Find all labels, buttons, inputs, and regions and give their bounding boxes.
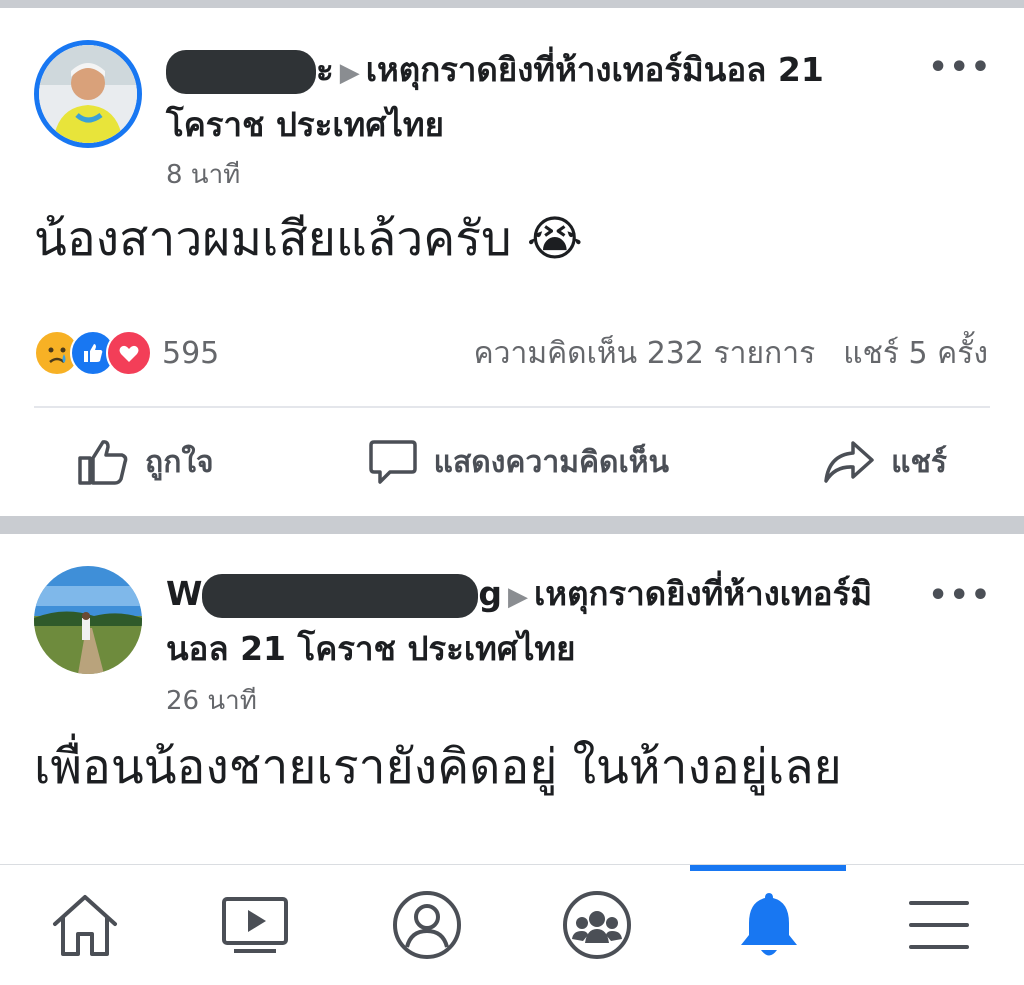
post-header: Wg ▶ เหตุกราดยิงที่ห้างเทอร์มินอล 21 โคราช… xyxy=(166,568,914,675)
share-icon xyxy=(824,441,874,483)
feed-post: Wg ▶ เหตุกราดยิงที่ห้างเทอร์มินอล 21 โคราช… xyxy=(0,534,1024,864)
share-count[interactable]: แชร์ 5 ครั้ง xyxy=(843,330,988,377)
tab-home[interactable] xyxy=(0,865,170,985)
redacted-author xyxy=(202,573,479,618)
tab-groups[interactable] xyxy=(512,865,682,985)
menu-icon xyxy=(909,901,969,949)
post-timestamp[interactable]: 8 นาที xyxy=(166,154,240,195)
thumbs-up-icon xyxy=(78,440,128,485)
home-icon xyxy=(53,895,117,956)
post-stats: 595 ความคิดเห็น 232 รายการ แชร์ 5 ครั้ง xyxy=(34,328,988,378)
comment-label: แสดงความคิดเห็น xyxy=(433,444,670,480)
reactions-summary[interactable]: 595 xyxy=(34,330,219,376)
comment-button[interactable]: แสดงความคิดเห็น xyxy=(368,438,669,486)
share-label: แชร์ xyxy=(891,444,947,480)
tab-notifications[interactable] xyxy=(684,865,854,985)
tab-video[interactable] xyxy=(170,865,340,985)
post-text: น้องสาวผมเสียแล้วครับ 😭 xyxy=(34,211,583,267)
post-text: เพื่อนน้องชายเรายังคิดอยู่ ในห้างอยู่เลย xyxy=(34,739,842,795)
avatar[interactable] xyxy=(34,566,142,674)
feed-separator xyxy=(0,516,1024,534)
avatar[interactable] xyxy=(34,40,142,148)
groups-icon xyxy=(563,891,631,959)
redacted-author xyxy=(166,49,316,94)
more-options-icon[interactable]: ••• xyxy=(928,578,992,613)
profile-icon xyxy=(393,891,461,959)
author-name[interactable]: ะ xyxy=(316,50,334,89)
feed-separator xyxy=(0,0,1024,8)
like-label: ถูกใจ xyxy=(145,444,214,480)
tab-menu[interactable] xyxy=(854,865,1024,985)
tab-profile[interactable] xyxy=(342,865,512,985)
reaction-count: 595 xyxy=(162,335,220,371)
post-timestamp[interactable]: 26 นาที xyxy=(166,680,257,721)
more-options-icon[interactable]: ••• xyxy=(928,50,992,85)
feed-post: ะ ▶ เหตุกราดยิงที่ห้างเทอร์มินอล 21 โคราช … xyxy=(0,8,1024,516)
notifications-icon xyxy=(741,893,797,956)
like-button[interactable]: ถูกใจ xyxy=(77,438,214,486)
post-actions: ถูกใจ แสดงความคิดเห็น แชร์ xyxy=(0,434,1024,490)
share-button[interactable]: แชร์ xyxy=(823,439,947,486)
arrow-right-icon: ▶ xyxy=(508,582,529,612)
bottom-navigation xyxy=(0,864,1024,985)
author-name[interactable]: Wg xyxy=(166,573,502,618)
love-reaction-icon xyxy=(106,330,152,376)
video-icon xyxy=(222,897,288,953)
divider xyxy=(34,406,990,408)
comment-count[interactable]: ความคิดเห็น 232 รายการ xyxy=(474,330,816,377)
post-header: ะ ▶ เหตุกราดยิงที่ห้างเทอร์มินอล 21 โคราช … xyxy=(166,44,914,151)
comment-icon xyxy=(368,440,417,484)
arrow-right-icon: ▶ xyxy=(339,58,360,88)
